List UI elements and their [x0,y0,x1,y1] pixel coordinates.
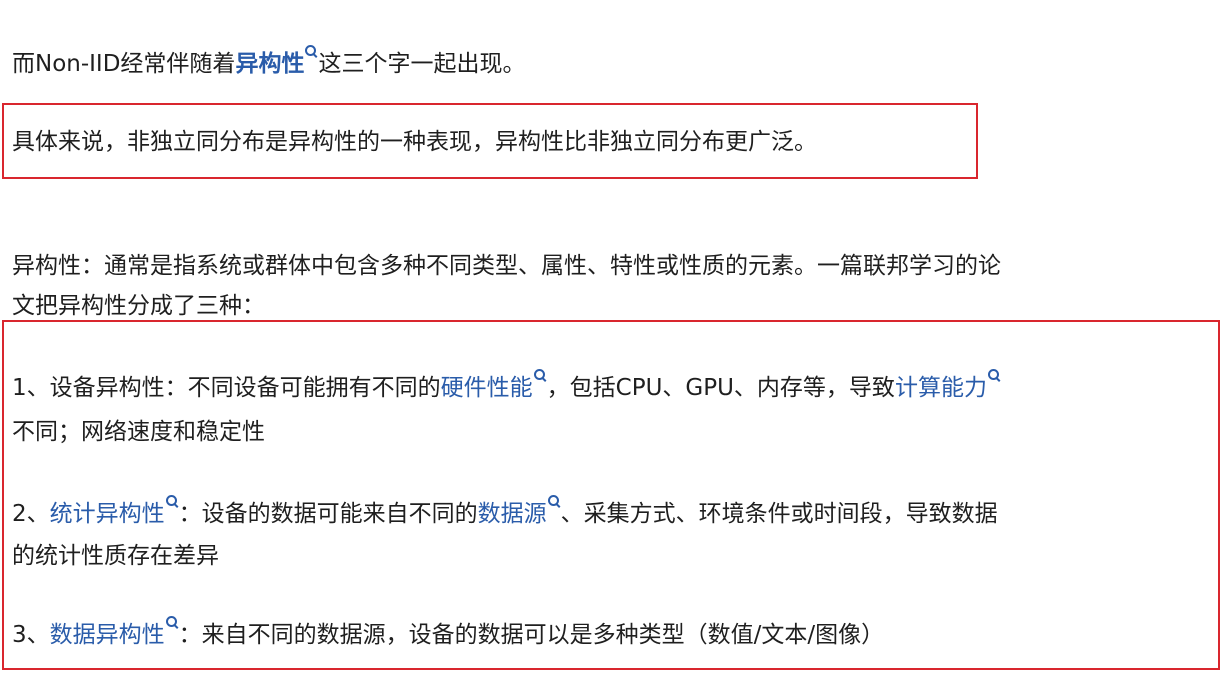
intro-paragraph: 而Non-IID经常伴随着异构性 这三个字一起出现。 [12,44,525,84]
search-icon[interactable] [547,495,561,509]
item1-line-2: 不同；网络速度和稳定性 [12,419,265,445]
definition-paragraph: 具体来说，非独立同分布是异构性的一种表现，异构性比非独立同分布更广泛。 [12,129,817,155]
heterogeneity-line-1: 异构性：通常是指系统或群体中包含多种不同类型、属性、特性或性质的元素。一篇联邦学… [12,253,1001,279]
item2-line-2: 的统计性质存在差异 [12,543,219,569]
search-icon[interactable] [305,45,318,59]
link-data-source[interactable]: 数据源 [478,501,547,527]
item3-prefix: 3、 [12,622,50,648]
link-computing-power[interactable]: 计算能力 [895,375,987,401]
item1-middle: ，包括CPU、GPU、内存等，导致 [546,375,895,401]
link-statistical-heterogeneity[interactable]: 统计异构性 [50,501,165,527]
link-heterogeneity[interactable]: 异构性 [235,51,304,77]
search-icon[interactable] [165,616,179,630]
item1-prefix: 1、设备异构性：不同设备可能拥有不同的 [12,375,441,401]
item2-suffix: 、采集方式、环境条件或时间段，导致数据 [560,501,998,527]
item-data-heterogeneity: 3、数据异构性 ：来自不同的数据源，设备的数据可以是多种类型（数值/文本/图像） [12,615,884,655]
item2-middle: ：设备的数据可能来自不同的 [178,501,478,527]
item3-suffix: ：来自不同的数据源，设备的数据可以是多种类型（数值/文本/图像） [178,622,885,648]
search-icon[interactable] [165,495,179,509]
item-statistical-heterogeneity: 2、统计异构性 ：设备的数据可能来自不同的数据源 、采集方式、环境条件或时间段，导致… [12,494,998,534]
item-device-heterogeneity: 1、设备异构性：不同设备可能拥有不同的硬件性能 ，包括CPU、GPU、内存等，导致… [12,368,1001,408]
intro-prefix: 而Non-IID经常伴随着 [12,51,236,77]
search-icon[interactable] [987,369,1001,383]
intro-suffix: 这三个字一起出现。 [318,51,526,77]
link-hardware-performance[interactable]: 硬件性能 [441,375,533,401]
item2-prefix: 2、 [12,501,50,527]
search-icon[interactable] [533,369,547,383]
link-data-heterogeneity[interactable]: 数据异构性 [50,622,165,648]
